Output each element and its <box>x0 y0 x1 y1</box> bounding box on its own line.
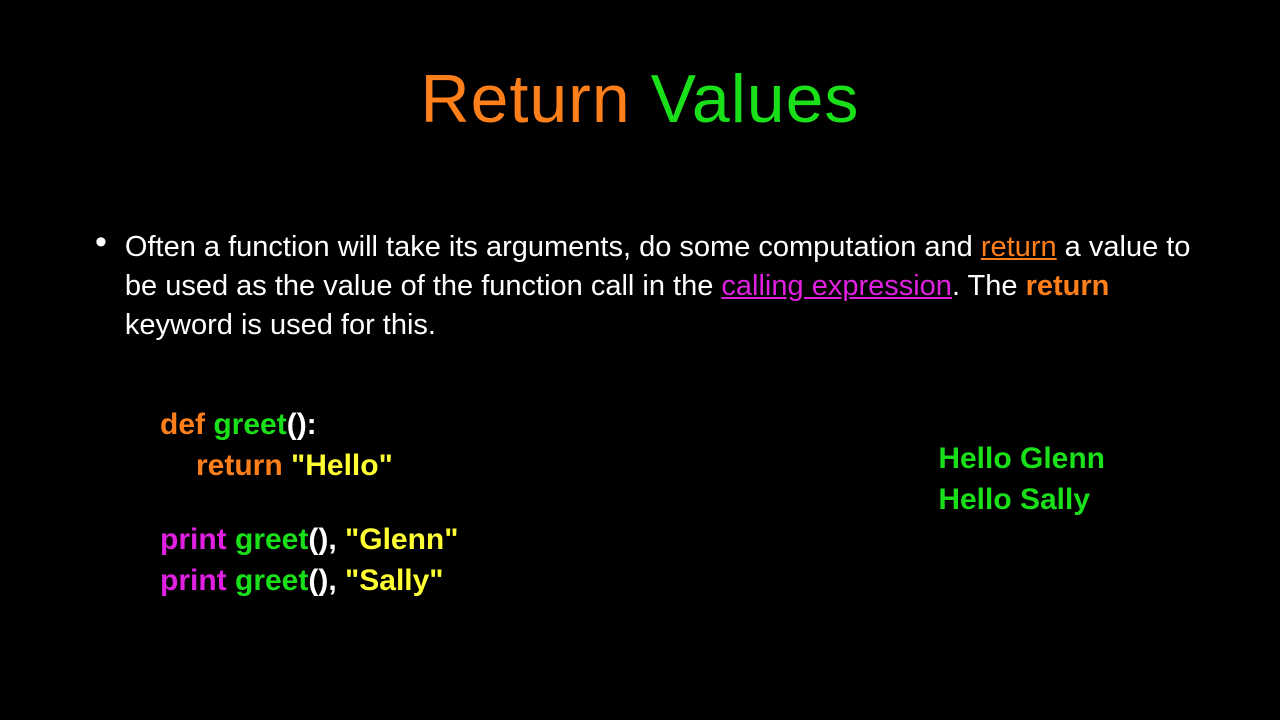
string-sally: "Sally" <box>337 564 444 597</box>
code-block: def greet(): return "Hello" print greet(… <box>160 405 458 601</box>
output-block: Hello Glenn Hello Sally <box>938 439 1105 520</box>
bullet-calling-expression: calling expression <box>721 270 952 302</box>
bullet-text: Often a function will take its arguments… <box>125 228 1210 345</box>
func-name-greet: greet <box>213 408 286 441</box>
bullet-part1: Often a function will take its arguments… <box>125 231 981 263</box>
call-greet-2: greet <box>235 564 308 597</box>
title-word-2: Values <box>651 61 860 137</box>
call-greet-1: greet <box>235 523 308 556</box>
output-line-1: Hello Glenn <box>938 439 1105 480</box>
call-parens-1: () <box>308 523 328 556</box>
bullet-item: • Often a function will take its argumen… <box>95 228 1210 345</box>
code-line-2: return "Hello" <box>160 446 458 487</box>
string-hello: "Hello" <box>283 449 393 482</box>
comma-2: , <box>328 564 336 597</box>
comma-1: , <box>328 523 336 556</box>
code-row: def greet(): return "Hello" print greet(… <box>160 405 1200 601</box>
code-line-4: print greet(), "Sally" <box>160 561 458 602</box>
string-glenn: "Glenn" <box>337 523 459 556</box>
blank-line <box>160 486 458 520</box>
bullet-return-underline: return <box>981 231 1057 263</box>
output-line-2: Hello Sally <box>938 480 1105 521</box>
bullet-part4: keyword is used for this. <box>125 309 436 341</box>
keyword-return: return <box>196 449 283 482</box>
keyword-def: def <box>160 408 205 441</box>
parens-colon: (): <box>287 408 317 441</box>
bullet-dot-icon: • <box>95 232 107 252</box>
keyword-print-1: print <box>160 523 227 556</box>
code-line-1: def greet(): <box>160 405 458 446</box>
keyword-print-2: print <box>160 564 227 597</box>
slide-title: Return Values <box>0 0 1280 138</box>
call-parens-2: () <box>308 564 328 597</box>
title-word-1: Return <box>421 61 631 137</box>
code-line-3: print greet(), "Glenn" <box>160 520 458 561</box>
bullet-part3: . The <box>952 270 1026 302</box>
bullet-return-bold: return <box>1026 270 1110 302</box>
slide: Return Values • Often a function will ta… <box>0 0 1280 720</box>
